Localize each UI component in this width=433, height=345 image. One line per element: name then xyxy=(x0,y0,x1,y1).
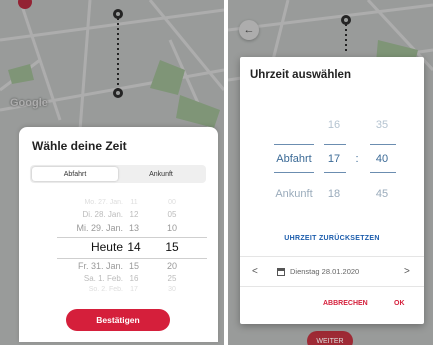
selection-line-top xyxy=(57,237,207,238)
time-bottom-sheet: Wähle deine Zeit Abfahrt Ankunft Mo. 27.… xyxy=(19,127,218,342)
mode-toggle: Abfahrt Ankunft xyxy=(30,165,206,183)
segment-arrival[interactable]: Ankunft xyxy=(118,167,204,181)
departure-hour: 17 xyxy=(327,153,341,165)
picker-row: Mi. 29. Jan. 13 10 xyxy=(76,223,177,233)
picker-row: Di. 28. Jan. 12 05 xyxy=(82,210,177,219)
hour-line-bottom xyxy=(324,172,346,173)
segment-departure[interactable]: Abfahrt xyxy=(32,167,118,181)
date-label: Dienstag 28.01.2020 xyxy=(290,267,360,276)
sheet-title: Wähle deine Zeit xyxy=(32,139,127,153)
arrival-label: Ankunft xyxy=(275,188,313,200)
label-line-top xyxy=(274,144,314,145)
picker-row: So. 2. Feb. 17 30 xyxy=(88,286,176,293)
selection-line-bottom xyxy=(57,258,207,259)
right-screen: ← WEITER Uhrzeit auswählen 16 35 Abfahrt… xyxy=(228,0,433,345)
date-selector[interactable]: Dienstag 28.01.2020 xyxy=(277,267,359,276)
departure-label: Abfahrt xyxy=(276,153,312,165)
calendar-icon xyxy=(277,267,285,276)
hour-line-top xyxy=(324,144,346,145)
hour-above: 16 xyxy=(327,119,341,131)
picker-row: Fr. 31. Jan. 15 20 xyxy=(77,261,177,271)
previous-day-button[interactable]: < xyxy=(252,266,258,277)
time-separator: : xyxy=(355,153,359,165)
next-day-button[interactable]: > xyxy=(404,266,410,277)
chevron-left-icon: < xyxy=(252,266,258,277)
label-line-bottom xyxy=(274,172,314,173)
weiter-button[interactable]: WEITER xyxy=(307,331,353,345)
arrival-minute: 45 xyxy=(375,188,389,200)
departure-minute: 40 xyxy=(375,153,389,165)
ok-button[interactable]: OK xyxy=(394,300,405,307)
minute-above: 35 xyxy=(375,119,389,131)
divider xyxy=(240,256,424,257)
dialog-title: Uhrzeit auswählen xyxy=(250,69,351,81)
chevron-right-icon: > xyxy=(404,266,410,277)
minute-line-top xyxy=(370,144,396,145)
reset-time-button[interactable]: UHRZEIT ZURÜCKSETZEN xyxy=(240,235,424,242)
left-screen: Google Wähle deine Zeit Abfahrt Ankunft … xyxy=(0,0,224,345)
arrival-hour: 18 xyxy=(327,188,341,200)
divider xyxy=(240,286,424,287)
cancel-button[interactable]: ABBRECHEN xyxy=(323,300,368,307)
minute-line-bottom xyxy=(370,172,396,173)
confirm-button[interactable]: Bestätigen xyxy=(66,309,170,331)
time-dialog: Uhrzeit auswählen 16 35 Abfahrt 17 : 40 … xyxy=(240,57,424,324)
picker-row-selected: Heute 14 15 xyxy=(90,240,179,254)
